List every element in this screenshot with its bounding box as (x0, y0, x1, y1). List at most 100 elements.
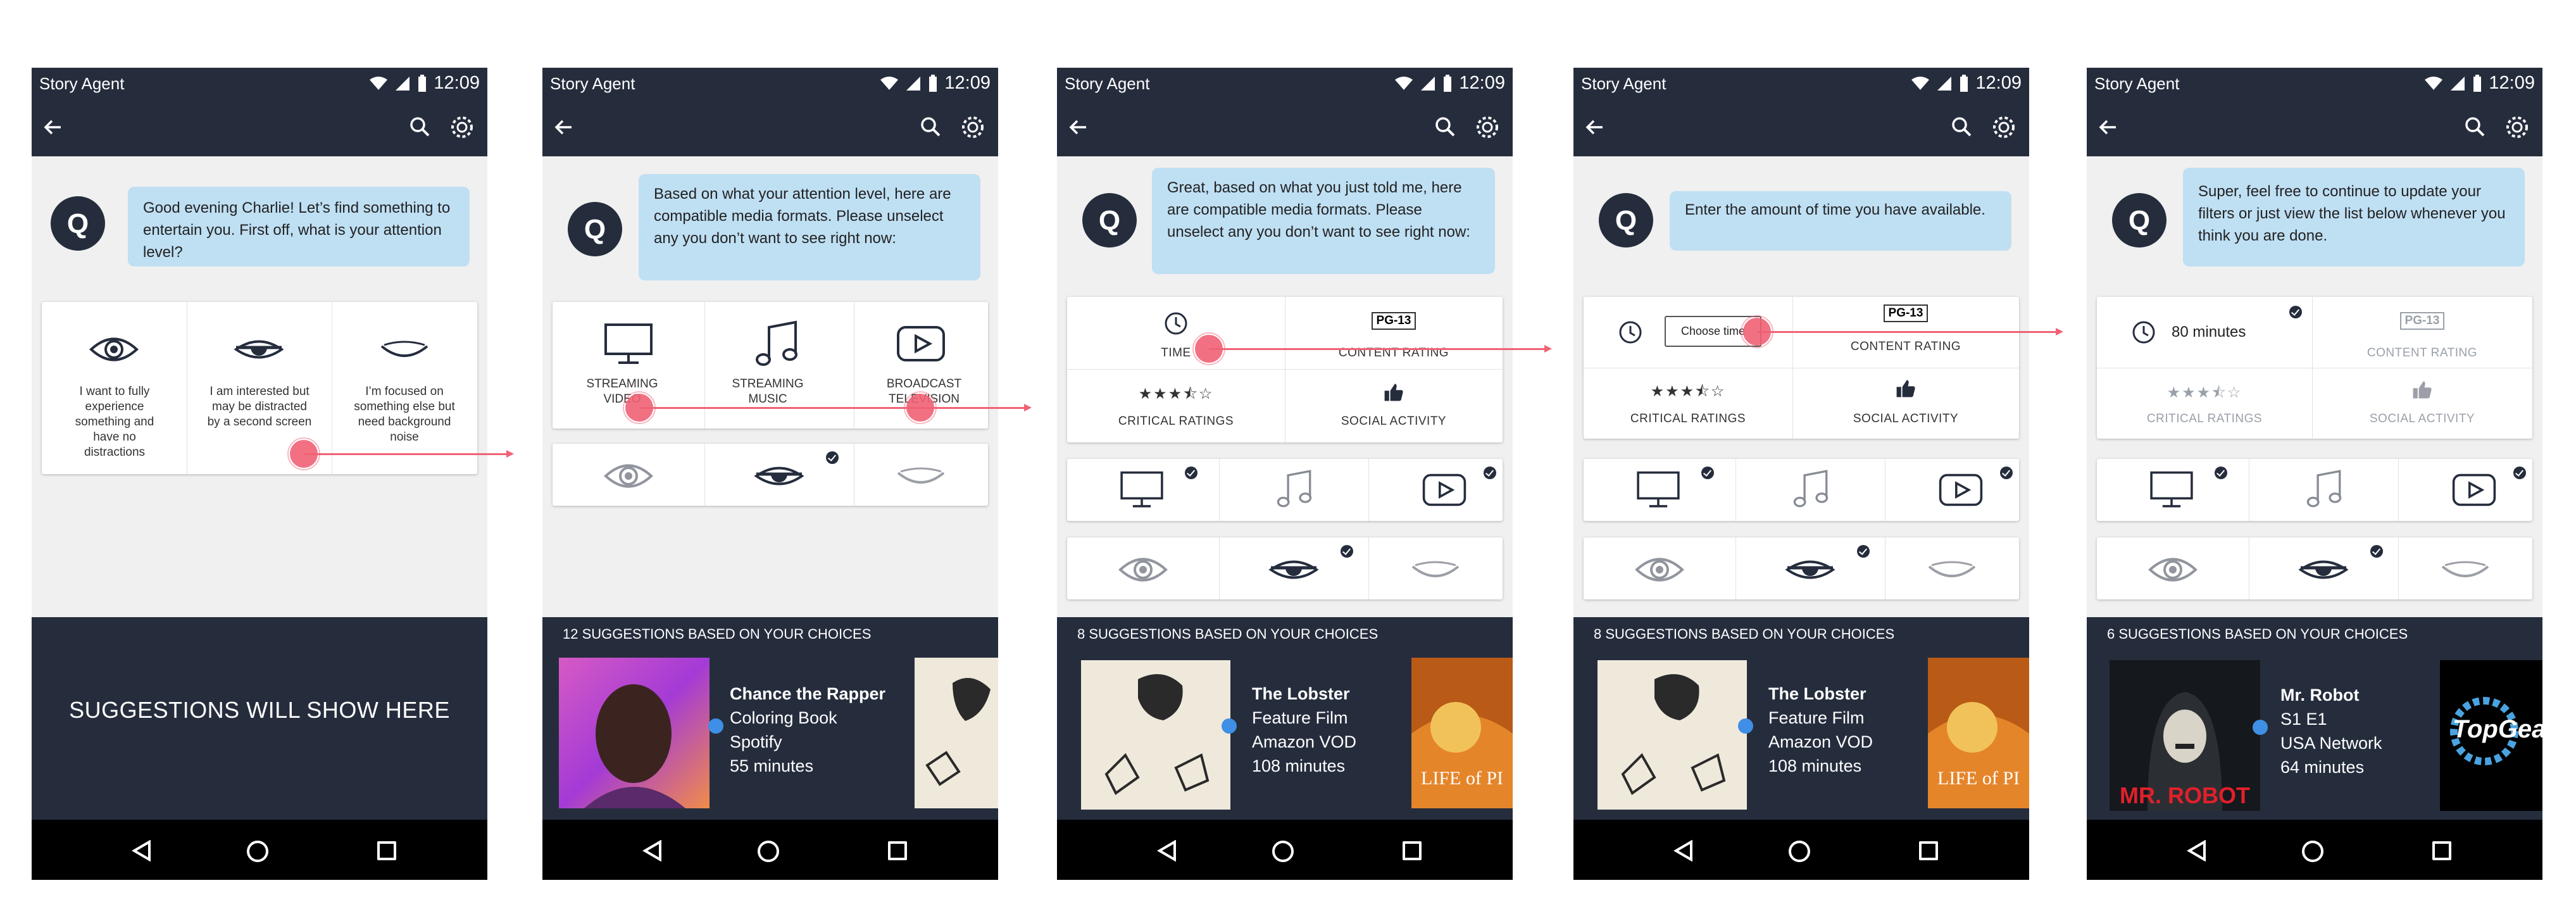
gear-icon[interactable] (1991, 115, 2016, 140)
nav-home-icon[interactable] (1789, 841, 1810, 862)
flow-arrow-head (1024, 404, 1032, 411)
format-streaming-music[interactable]: STREAMING MUSIC (704, 302, 854, 429)
monitor-icon[interactable] (2149, 470, 2194, 510)
filter-critical-ratings[interactable]: ★★★⯪☆ CRITICAL RATINGS (1584, 368, 1792, 439)
suggestion-info[interactable]: The Lobster Feature Film Amazon VOD 108 … (1768, 682, 1873, 778)
selected-check-icon (2370, 545, 2383, 558)
eye-half-icon[interactable] (2298, 554, 2349, 586)
attention-filter-card (2097, 537, 2532, 599)
status-bar: Story Agent 12:09 (1057, 68, 1513, 99)
eye-closed-icon[interactable] (2440, 554, 2491, 586)
filter-social-activity[interactable]: SOCIAL ACTIVITY (1285, 369, 1503, 442)
nav-home-icon[interactable] (247, 841, 268, 862)
filter-critical-ratings[interactable]: ★★★⯪☆ CRITICAL RATINGS (2097, 368, 2312, 439)
nav-recents-icon[interactable] (888, 841, 907, 860)
monitor-icon[interactable] (1119, 470, 1165, 510)
play-icon[interactable] (2451, 473, 2497, 507)
back-arrow-icon[interactable] (1068, 117, 1089, 137)
attention-option-background[interactable]: I’m focused on something else but need b… (332, 302, 477, 474)
suggestion-thumbnail[interactable]: MR. ROBOT (2110, 660, 2260, 811)
suggestion-thumbnail[interactable] (1597, 660, 1747, 810)
attention-option-full[interactable]: I want to fully experience something and… (42, 302, 187, 474)
filter-card: TIME PG-13 CONTENT RATING ★★★⯪☆ CRITICAL… (1067, 297, 1503, 442)
play-icon[interactable] (1422, 473, 1467, 507)
selected-check-icon (1857, 545, 1870, 558)
search-icon[interactable] (2464, 116, 2485, 137)
search-icon[interactable] (409, 116, 430, 137)
system-nav-bar (2087, 820, 2542, 880)
back-arrow-icon[interactable] (1585, 117, 1605, 137)
eye-closed-icon[interactable] (1410, 554, 1461, 586)
filter-content-rating[interactable]: PG-13 CONTENT RATING (1285, 297, 1503, 369)
nav-back-icon[interactable] (642, 840, 663, 861)
filter-time[interactable]: TIME (1067, 297, 1285, 369)
nav-recents-icon[interactable] (2432, 841, 2451, 860)
next-suggestion-thumbnail[interactable]: LIFE of PI (1411, 658, 1513, 808)
eye-open-icon[interactable] (603, 460, 654, 492)
gear-icon[interactable] (2504, 115, 2530, 140)
wifi-icon (2425, 76, 2443, 90)
nav-home-icon[interactable] (758, 841, 779, 862)
app-title: Story Agent (39, 74, 125, 93)
app-bar (1573, 99, 2029, 156)
filter-label: CRITICAL RATINGS (1630, 412, 1746, 425)
next-suggestion-thumbnail[interactable]: TopGear (2440, 660, 2542, 811)
agent-message: Super, feel free to continue to update y… (2183, 168, 2525, 266)
nav-recents-icon[interactable] (1919, 841, 1938, 860)
selected-check-icon (1185, 467, 1197, 479)
filter-label: SOCIAL ACTIVITY (2369, 412, 2475, 425)
eye-closed-icon[interactable] (1927, 554, 1977, 586)
wifi-icon (880, 76, 899, 90)
filter-critical-ratings[interactable]: ★★★⯪☆ CRITICAL RATINGS (1067, 369, 1285, 442)
nav-home-icon[interactable] (1272, 841, 1294, 862)
nav-recents-icon[interactable] (377, 841, 396, 860)
next-suggestion-thumbnail[interactable]: LIFE of PI (1928, 658, 2029, 808)
music-note-icon[interactable] (2303, 469, 2345, 511)
next-suggestion-thumbnail[interactable] (915, 658, 998, 808)
eye-half-icon[interactable] (754, 460, 804, 492)
gear-icon[interactable] (960, 115, 985, 140)
monitor-icon[interactable] (1635, 470, 1681, 510)
search-icon[interactable] (920, 116, 941, 137)
eye-closed-icon[interactable] (896, 460, 946, 492)
eye-open-icon[interactable] (1634, 554, 1685, 586)
play-icon[interactable] (1938, 473, 1984, 507)
suggestion-duration: 108 minutes (1768, 756, 1862, 775)
nav-back-icon[interactable] (1673, 840, 1694, 861)
search-icon[interactable] (1434, 116, 1456, 137)
suggestion-info[interactable]: Mr. Robot S1 E1 USA Network 64 minutes (2280, 683, 2382, 779)
eye-open-icon[interactable] (1118, 554, 1168, 586)
nav-recents-icon[interactable] (1403, 841, 1422, 860)
search-icon[interactable] (1951, 116, 1972, 137)
filter-social-activity[interactable]: SOCIAL ACTIVITY (1792, 368, 2019, 439)
nav-back-icon[interactable] (1157, 840, 1177, 861)
nav-back-icon[interactable] (2187, 840, 2207, 861)
filter-content-rating[interactable]: PG-13 CONTENT RATING (2312, 297, 2532, 368)
music-note-icon[interactable] (1273, 469, 1315, 511)
nav-home-icon[interactable] (2302, 841, 2323, 862)
suggestion-info[interactable]: The Lobster Feature Film Amazon VOD 108 … (1252, 682, 1356, 778)
agent-avatar: Q (51, 196, 105, 251)
music-note-icon[interactable] (1790, 469, 1832, 511)
suggestion-info[interactable]: Chance the Rapper Coloring Book Spotify … (730, 682, 885, 778)
back-arrow-icon[interactable] (43, 117, 63, 137)
suggestions-panel: 8 SUGGESTIONS BASED ON YOUR CHOICES The … (1573, 617, 2029, 820)
eye-open-icon[interactable] (2148, 554, 2198, 586)
gear-icon[interactable] (1475, 115, 1500, 140)
filter-label: CRITICAL RATINGS (2146, 412, 2263, 425)
gear-icon[interactable] (449, 115, 475, 140)
eye-half-icon[interactable] (1785, 554, 1835, 586)
back-arrow-icon[interactable] (2098, 117, 2118, 137)
back-arrow-icon[interactable] (554, 117, 574, 137)
clock-icon (1163, 311, 1189, 336)
nav-back-icon[interactable] (132, 840, 152, 861)
svg-text:LIFE of PI: LIFE of PI (1421, 768, 1503, 789)
suggestion-thumbnail[interactable] (1081, 660, 1230, 810)
selected-check-icon (1701, 467, 1714, 479)
filter-social-activity[interactable]: SOCIAL ACTIVITY (2312, 368, 2532, 439)
eye-half-icon[interactable] (1268, 554, 1319, 586)
filter-time[interactable]: 80 minutes (2097, 297, 2312, 368)
signal-icon (906, 76, 921, 91)
suggestion-thumbnail[interactable] (559, 658, 710, 808)
app-title: Story Agent (1581, 74, 1666, 93)
